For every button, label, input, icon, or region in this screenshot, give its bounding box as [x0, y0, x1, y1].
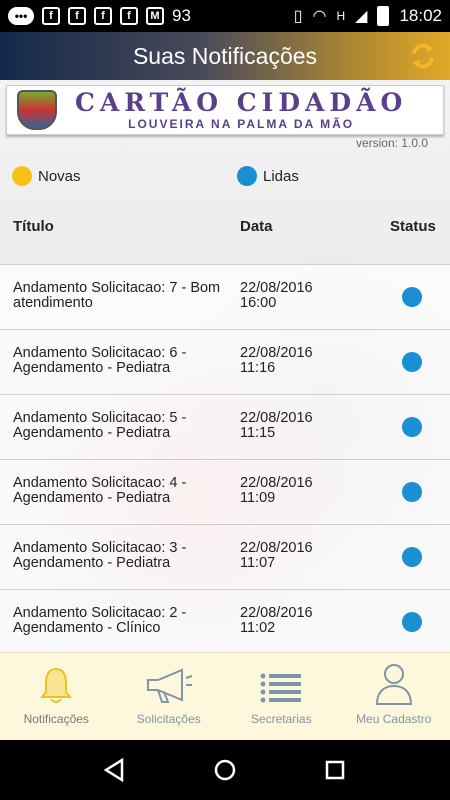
row-title: Andamento Solicitacao: 6 - Agendamento -…	[13, 345, 187, 376]
table-header: Título Data Status	[0, 218, 450, 242]
tab-solicitacoes[interactable]: Solicitações	[113, 653, 226, 740]
row-date: 22/08/2016 11:07	[240, 540, 313, 571]
facebook-icon: f	[42, 7, 60, 25]
battery-icon	[377, 6, 390, 26]
row-date: 22/08/2016 11:02	[240, 605, 313, 636]
message-icon: •••	[8, 7, 34, 25]
brand-text: CARTÃO CIDADÃO LOUVEIRA NA PALMA DA MÃO	[75, 88, 408, 132]
status-left-icons: ••• f f f f M 93	[8, 6, 191, 26]
page-title: Suas Notificações	[132, 42, 318, 69]
bell-icon	[40, 667, 73, 703]
recents-icon[interactable]	[322, 757, 348, 783]
legend-new: Novas	[12, 166, 81, 186]
tab-label: Notificações	[23, 712, 89, 726]
column-header-status: Status	[390, 218, 436, 235]
bottom-tab-bar: Notificações Solicitações Secretarias Me…	[0, 652, 450, 740]
column-header-title: Título	[13, 218, 54, 235]
mail-icon: M	[146, 7, 164, 25]
tab-notificacoes[interactable]: Notificações	[0, 653, 113, 740]
row-title: Andamento Solicitacao: 7 - Bom atendimen…	[13, 280, 221, 311]
new-dot-icon	[12, 166, 32, 186]
legend-read-label: Lidas	[263, 167, 299, 185]
brand-title: CARTÃO CIDADÃO	[75, 88, 408, 117]
status-dot-icon	[402, 287, 422, 307]
megaphone-icon	[146, 668, 193, 703]
notification-count: 93	[172, 6, 191, 25]
tab-label: Meu Cadastro	[356, 712, 432, 726]
tab-label: Secretarias	[250, 712, 312, 726]
table-row[interactable]: Andamento Solicitacao: 7 - Bom atendimen…	[0, 264, 450, 329]
tab-meu-cadastro[interactable]: Meu Cadastro	[338, 653, 450, 740]
network-type: H	[336, 9, 346, 23]
signal-icon: ◢	[355, 8, 368, 25]
status-dot-icon	[402, 352, 422, 372]
row-date: 22/08/2016 11:16	[240, 345, 313, 376]
status-right-icons: ▯ ◠ H ◢ 18:02	[294, 6, 442, 26]
row-title: Andamento Solicitacao: 3 - Agendamento -…	[13, 540, 187, 571]
user-icon	[375, 664, 412, 705]
table-row[interactable]: Andamento Solicitacao: 4 - Agendamento -…	[0, 459, 450, 524]
home-icon[interactable]	[212, 757, 238, 783]
brand-subtitle: LOUVEIRA NA PALMA DA MÃO	[128, 117, 355, 131]
row-date: 22/08/2016 16:00	[240, 280, 313, 311]
status-dot-icon	[402, 547, 422, 567]
table-row[interactable]: Andamento Solicitacao: 3 - Agendamento -…	[0, 524, 450, 589]
wifi-icon: ◠	[312, 8, 327, 25]
vibrate-icon: ▯	[293, 8, 303, 25]
row-date: 22/08/2016 11:09	[240, 475, 313, 506]
column-header-date: Data	[240, 218, 273, 235]
clock: 18:02	[399, 6, 442, 25]
legend-read: Lidas	[237, 166, 299, 186]
status-legend: Novas Lidas	[0, 166, 450, 190]
back-icon[interactable]	[102, 757, 128, 783]
row-title: Andamento Solicitacao: 2 - Agendamento -…	[13, 605, 187, 636]
list-icon	[260, 673, 302, 703]
tab-secretarias[interactable]: Secretarias	[225, 653, 338, 740]
legend-new-label: Novas	[38, 167, 81, 185]
refresh-icon	[412, 43, 434, 69]
facebook-icon: f	[120, 7, 138, 25]
table-row[interactable]: Andamento Solicitacao: 5 - Agendamento -…	[0, 394, 450, 459]
status-dot-icon	[402, 482, 422, 502]
read-dot-icon	[237, 166, 257, 186]
status-dot-icon	[402, 417, 422, 437]
app-header: Suas Notificações	[0, 32, 450, 80]
city-crest-logo	[17, 90, 57, 130]
app-version: version: 1.0.0	[355, 136, 428, 150]
table-row[interactable]: Andamento Solicitacao: 2 - Agendamento -…	[0, 589, 450, 652]
facebook-icon: f	[94, 7, 112, 25]
main-content: CARTÃO CIDADÃO LOUVEIRA NA PALMA DA MÃO …	[0, 80, 450, 652]
tab-label: Solicitações	[136, 712, 201, 726]
row-title: Andamento Solicitacao: 4 - Agendamento -…	[13, 475, 187, 506]
notifications-table: Andamento Solicitacao: 7 - Bom atendimen…	[0, 264, 450, 652]
row-date: 22/08/2016 11:15	[240, 410, 313, 441]
brand-banner: CARTÃO CIDADÃO LOUVEIRA NA PALMA DA MÃO	[6, 85, 444, 135]
refresh-button[interactable]	[408, 41, 438, 71]
row-title: Andamento Solicitacao: 5 - Agendamento -…	[13, 410, 187, 441]
system-nav-bar	[0, 740, 450, 800]
status-bar: ••• f f f f M 93 ▯ ◠ H ◢ 18:02	[0, 0, 450, 32]
status-dot-icon	[402, 612, 422, 632]
facebook-icon: f	[68, 7, 86, 25]
table-row[interactable]: Andamento Solicitacao: 6 - Agendamento -…	[0, 329, 450, 394]
